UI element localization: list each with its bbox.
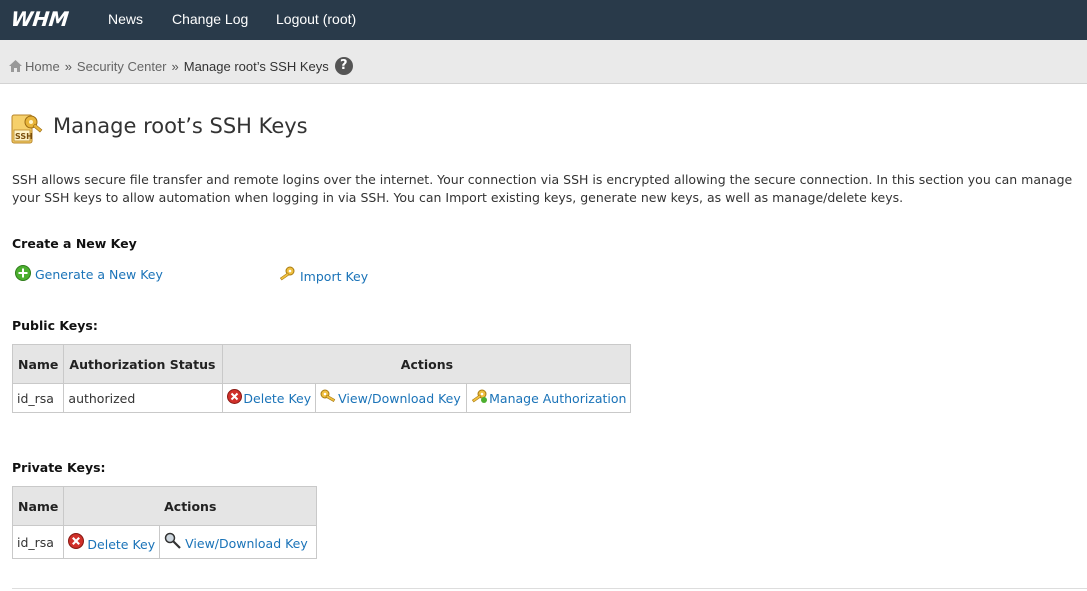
view-download-label: View/Download Key	[185, 536, 308, 551]
manage-cell: Manage Authorization	[466, 383, 632, 413]
key-icon	[279, 266, 295, 281]
breadcrumb-current: Manage root’s SSH Keys	[183, 58, 329, 74]
create-key-heading: Create a New Key	[12, 236, 137, 251]
private-keys-heading: Private Keys:	[12, 460, 106, 475]
manage-authorization-label: Manage Authorization	[489, 391, 627, 406]
whm-logo[interactable]: WHM	[10, 7, 70, 31]
breadcrumb: Home » Security Center » Manage root’s S…	[9, 57, 353, 75]
column-name: Name	[11, 486, 65, 526]
home-icon	[9, 60, 22, 72]
delete-icon	[68, 532, 85, 549]
nav-logout[interactable]: Logout (root)	[276, 11, 356, 27]
column-actions: Actions	[222, 344, 632, 384]
page-description: SSH allows secure file transfer and remo…	[12, 172, 1073, 205]
manage-authorization-link[interactable]: Manage Authorization	[471, 389, 627, 406]
breadcrumb-security-center[interactable]: Security Center	[77, 59, 167, 74]
import-key-link[interactable]: Import Key	[279, 266, 369, 284]
page-title: Manage root’s SSH Keys	[53, 114, 308, 138]
view-cell: View/Download Key	[315, 383, 468, 413]
nav-change-log[interactable]: Change Log	[172, 11, 248, 27]
delete-key-label: Delete Key	[243, 391, 312, 406]
view-cell: View/Download Key	[159, 525, 318, 559]
breadcrumb-separator: »	[64, 58, 72, 74]
view-download-label: View/Download Key	[338, 391, 461, 406]
table-header-row: Name Authorization Status Actions	[11, 344, 632, 384]
nav-news[interactable]: News	[108, 11, 143, 27]
svg-text:SSH: SSH	[15, 132, 33, 141]
delete-public-key-link[interactable]: Delete Key	[227, 389, 312, 406]
delete-private-key-link[interactable]: Delete Key	[68, 532, 156, 552]
add-icon	[15, 265, 31, 281]
help-icon[interactable]: ?	[334, 57, 353, 75]
generate-key-label: Generate a New Key	[35, 266, 163, 282]
delete-cell: Delete Key	[63, 525, 161, 559]
breadcrumb-home[interactable]: Home	[25, 59, 60, 74]
column-authorization-status: Authorization Status	[63, 344, 224, 384]
table-row: id_rsa Delete Key View/Download Key	[11, 525, 318, 559]
delete-key-label: Delete Key	[87, 537, 156, 552]
top-navbar: WHM News Change Log Logout (root)	[0, 0, 1087, 40]
manage-key-icon	[472, 389, 488, 403]
view-download-public-key-link[interactable]: View/Download Key	[320, 389, 461, 406]
breadcrumb-bar: Home » Security Center » Manage root’s S…	[0, 40, 1087, 84]
import-key-label: Import Key	[300, 268, 369, 284]
public-keys-table: Name Authorization Status Actions id_rsa…	[11, 344, 632, 413]
breadcrumb-separator: »	[171, 58, 179, 74]
magnifier-key-icon	[164, 532, 181, 549]
delete-icon	[227, 389, 243, 404]
key-name: id_rsa	[11, 525, 65, 559]
key-icon	[320, 389, 336, 402]
authorization-status: authorized	[63, 383, 224, 413]
key-name: id_rsa	[11, 383, 65, 413]
delete-cell: Delete Key	[222, 383, 317, 413]
view-download-private-key-link[interactable]: View/Download Key	[164, 532, 308, 551]
public-keys-heading: Public Keys:	[12, 318, 98, 333]
column-name: Name	[11, 344, 65, 384]
table-row: id_rsa authorized Delete Key View/Downlo…	[11, 383, 632, 413]
divider	[12, 588, 1087, 589]
column-actions: Actions	[63, 486, 318, 526]
private-keys-table: Name Actions id_rsa Delete Key View/Down…	[11, 486, 318, 559]
ssh-key-icon: SSH	[11, 114, 43, 144]
table-header-row: Name Actions	[11, 486, 318, 526]
generate-key-link[interactable]: Generate a New Key	[15, 265, 163, 282]
